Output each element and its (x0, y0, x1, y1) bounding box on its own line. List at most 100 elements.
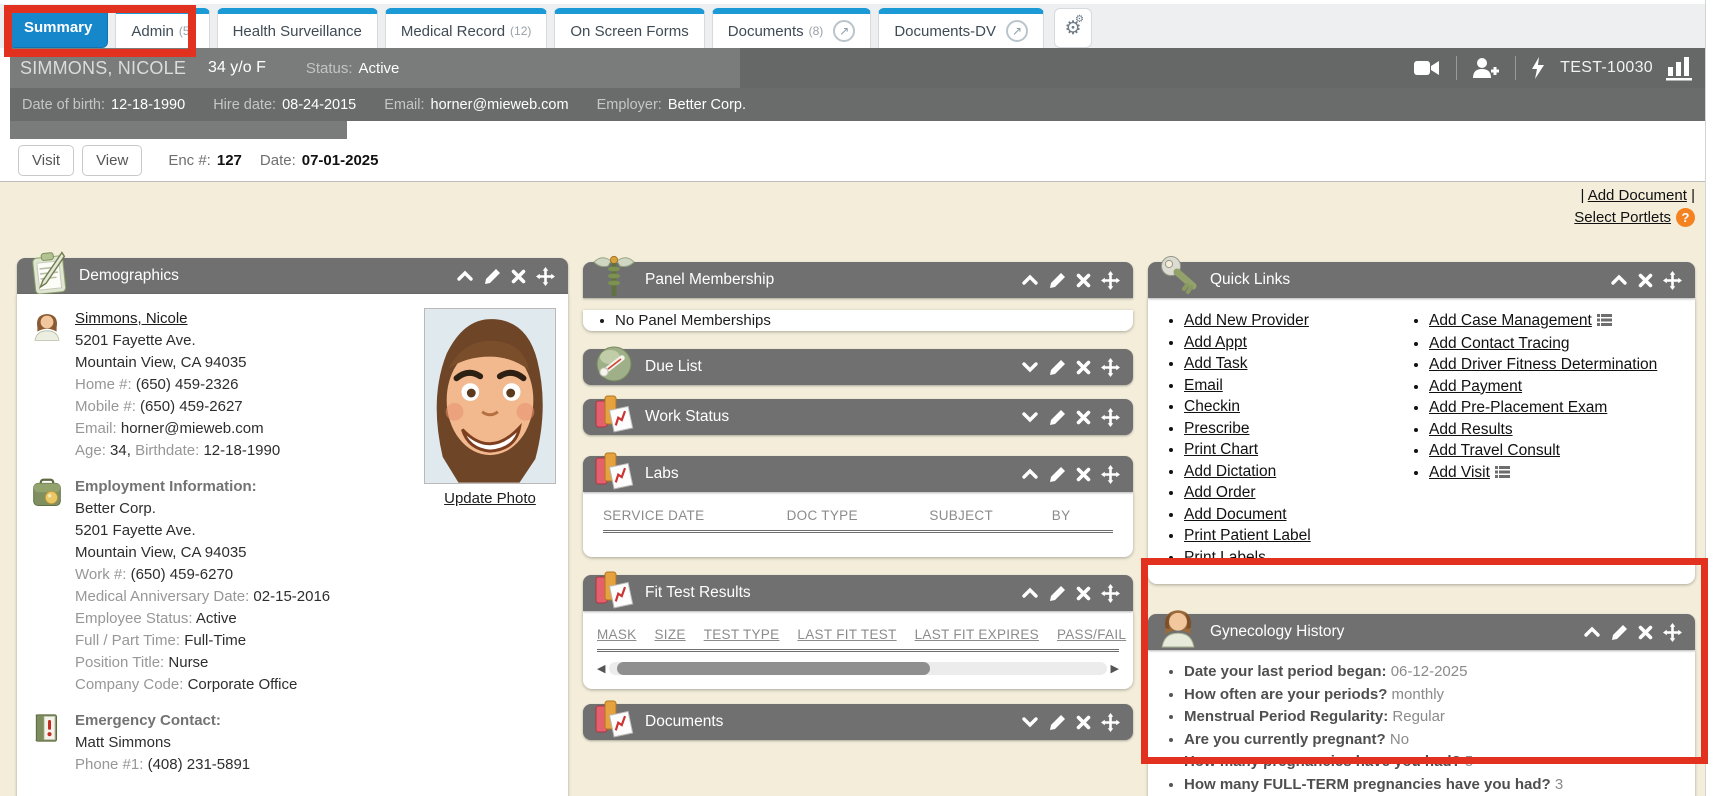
select-portlets-link[interactable]: Select Portlets (1574, 209, 1671, 226)
due-list-header[interactable]: Due List (583, 349, 1133, 385)
gynecology-header[interactable]: Gynecology History (1148, 614, 1695, 650)
quick-link-add-case-management[interactable]: Add Case Management (1429, 312, 1592, 329)
list-view-icon[interactable] (1495, 463, 1510, 485)
quick-link-add-appt[interactable]: Add Appt (1184, 334, 1247, 351)
close-icon[interactable] (511, 269, 526, 284)
quick-link-add-task[interactable]: Add Task (1184, 355, 1247, 372)
quick-link-add-travel-consult[interactable]: Add Travel Consult (1429, 442, 1560, 459)
quick-link-print-chart[interactable]: Print Chart (1184, 441, 1258, 458)
scrollbar-track[interactable] (609, 662, 1106, 675)
move-icon[interactable] (1663, 271, 1682, 290)
edit-icon[interactable] (1049, 409, 1066, 426)
patient-name-link[interactable]: Simmons, Nicole (75, 310, 188, 327)
quick-link-prescribe[interactable]: Prescribe (1184, 420, 1249, 437)
expand-icon[interactable] (1021, 410, 1039, 424)
demographics-header[interactable]: Demographics (17, 258, 568, 294)
close-icon[interactable] (1076, 410, 1091, 425)
quick-link-add-driver-fitness[interactable]: Add Driver Fitness Determination (1429, 356, 1657, 373)
move-icon[interactable] (1101, 584, 1120, 603)
tab-medical-record[interactable]: Medical Record(12) (385, 8, 548, 48)
fit-col-size[interactable]: SIZE (654, 627, 685, 642)
list-view-icon[interactable] (1597, 311, 1612, 333)
edit-icon[interactable] (1049, 585, 1066, 602)
move-icon[interactable] (1101, 713, 1120, 732)
collapse-icon[interactable] (456, 269, 474, 283)
edit-icon[interactable] (1049, 359, 1066, 376)
quick-link-checkin[interactable]: Checkin (1184, 398, 1240, 415)
tab-documents-dv[interactable]: Documents-DV↗ (878, 8, 1044, 48)
help-icon[interactable]: ? (1676, 208, 1695, 227)
tab-summary[interactable]: Summary (8, 6, 108, 48)
collapse-icon[interactable] (1021, 467, 1039, 481)
close-icon[interactable] (1076, 715, 1091, 730)
expand-icon[interactable] (1021, 715, 1039, 729)
fit-test-header[interactable]: Fit Test Results (583, 575, 1133, 611)
move-icon[interactable] (1663, 623, 1682, 642)
visit-button[interactable]: Visit (18, 145, 74, 176)
collapse-icon[interactable] (1021, 586, 1039, 600)
quick-link-add-payment[interactable]: Add Payment (1429, 378, 1522, 395)
tab-admin[interactable]: Admin(5) (115, 8, 209, 48)
close-icon[interactable] (1638, 273, 1653, 288)
scrollbar-thumb[interactable] (617, 662, 930, 675)
edit-icon[interactable] (484, 268, 501, 285)
popout-icon[interactable]: ↗ (833, 20, 855, 42)
fit-col-test-type[interactable]: TEST TYPE (704, 627, 780, 642)
close-icon[interactable] (1076, 360, 1091, 375)
fit-col-pass-fail[interactable]: PASS/FAIL (1057, 627, 1126, 642)
select-portlets-row: Select Portlets ? (1574, 208, 1695, 227)
collapse-icon[interactable] (1583, 625, 1601, 639)
scroll-left-icon[interactable]: ◀ (597, 662, 605, 675)
quick-link-add-document[interactable]: Add Document (1184, 506, 1287, 523)
vertical-scrollbar[interactable] (1705, 0, 1721, 796)
quick-links-header[interactable]: Quick Links (1148, 262, 1695, 298)
lightning-icon[interactable] (1530, 56, 1546, 80)
scroll-right-icon[interactable]: ▶ (1111, 662, 1119, 675)
move-icon[interactable] (1101, 465, 1120, 484)
quick-link-add-visit[interactable]: Add Visit (1429, 464, 1490, 481)
quick-link-add-pre-placement-exam[interactable]: Add Pre-Placement Exam (1429, 399, 1607, 416)
edit-icon[interactable] (1049, 272, 1066, 289)
work-status-header[interactable]: Work Status (583, 399, 1133, 435)
chart-doc-icon (592, 567, 634, 616)
fit-col-mask[interactable]: MASK (597, 627, 636, 642)
move-icon[interactable] (1101, 271, 1120, 290)
quick-link-print-patient-label[interactable]: Print Patient Label (1184, 527, 1311, 544)
quick-link-add-contact-tracing[interactable]: Add Contact Tracing (1429, 335, 1569, 352)
view-button[interactable]: View (82, 145, 142, 176)
tab-on-screen-forms[interactable]: On Screen Forms (554, 8, 704, 48)
move-icon[interactable] (1101, 358, 1120, 377)
collapse-icon[interactable] (1021, 273, 1039, 287)
tab-settings-button[interactable]: ⚙ ⚙ (1054, 8, 1092, 48)
tab-documents[interactable]: Documents(8)↗ (712, 8, 872, 48)
expand-icon[interactable] (1021, 360, 1039, 374)
edit-icon[interactable] (1049, 714, 1066, 731)
quick-link-add-results[interactable]: Add Results (1429, 421, 1513, 438)
labs-header[interactable]: Labs (583, 456, 1133, 492)
fit-col-last-fit-expires[interactable]: LAST FIT EXPIRES (915, 627, 1039, 642)
flowsheet-chart-icon[interactable] (1665, 55, 1693, 81)
quick-link-print-labels[interactable]: Print Labels (1184, 549, 1266, 566)
close-icon[interactable] (1076, 273, 1091, 288)
fit-col-last-fit-test[interactable]: LAST FIT TEST (797, 627, 896, 642)
close-icon[interactable] (1076, 586, 1091, 601)
add-person-icon[interactable] (1471, 56, 1501, 80)
tab-health-surveillance[interactable]: Health Surveillance (217, 8, 378, 48)
panel-membership-header[interactable]: Panel Membership (583, 262, 1133, 298)
documents-header[interactable]: Documents (583, 704, 1133, 740)
add-document-link[interactable]: Add Document (1588, 187, 1687, 204)
close-icon[interactable] (1076, 467, 1091, 482)
quick-link-add-dictation[interactable]: Add Dictation (1184, 463, 1276, 480)
move-icon[interactable] (536, 267, 555, 286)
move-icon[interactable] (1101, 408, 1120, 427)
video-call-icon[interactable] (1412, 57, 1442, 79)
edit-icon[interactable] (1049, 466, 1066, 483)
popout-icon[interactable]: ↗ (1006, 20, 1028, 42)
collapse-icon[interactable] (1610, 273, 1628, 287)
update-photo-link[interactable]: Update Photo (444, 490, 536, 507)
quick-link-add-new-provider[interactable]: Add New Provider (1184, 312, 1309, 329)
quick-link-add-order[interactable]: Add Order (1184, 484, 1256, 501)
edit-icon[interactable] (1611, 624, 1628, 641)
quick-link-email[interactable]: Email (1184, 377, 1223, 394)
close-icon[interactable] (1638, 625, 1653, 640)
